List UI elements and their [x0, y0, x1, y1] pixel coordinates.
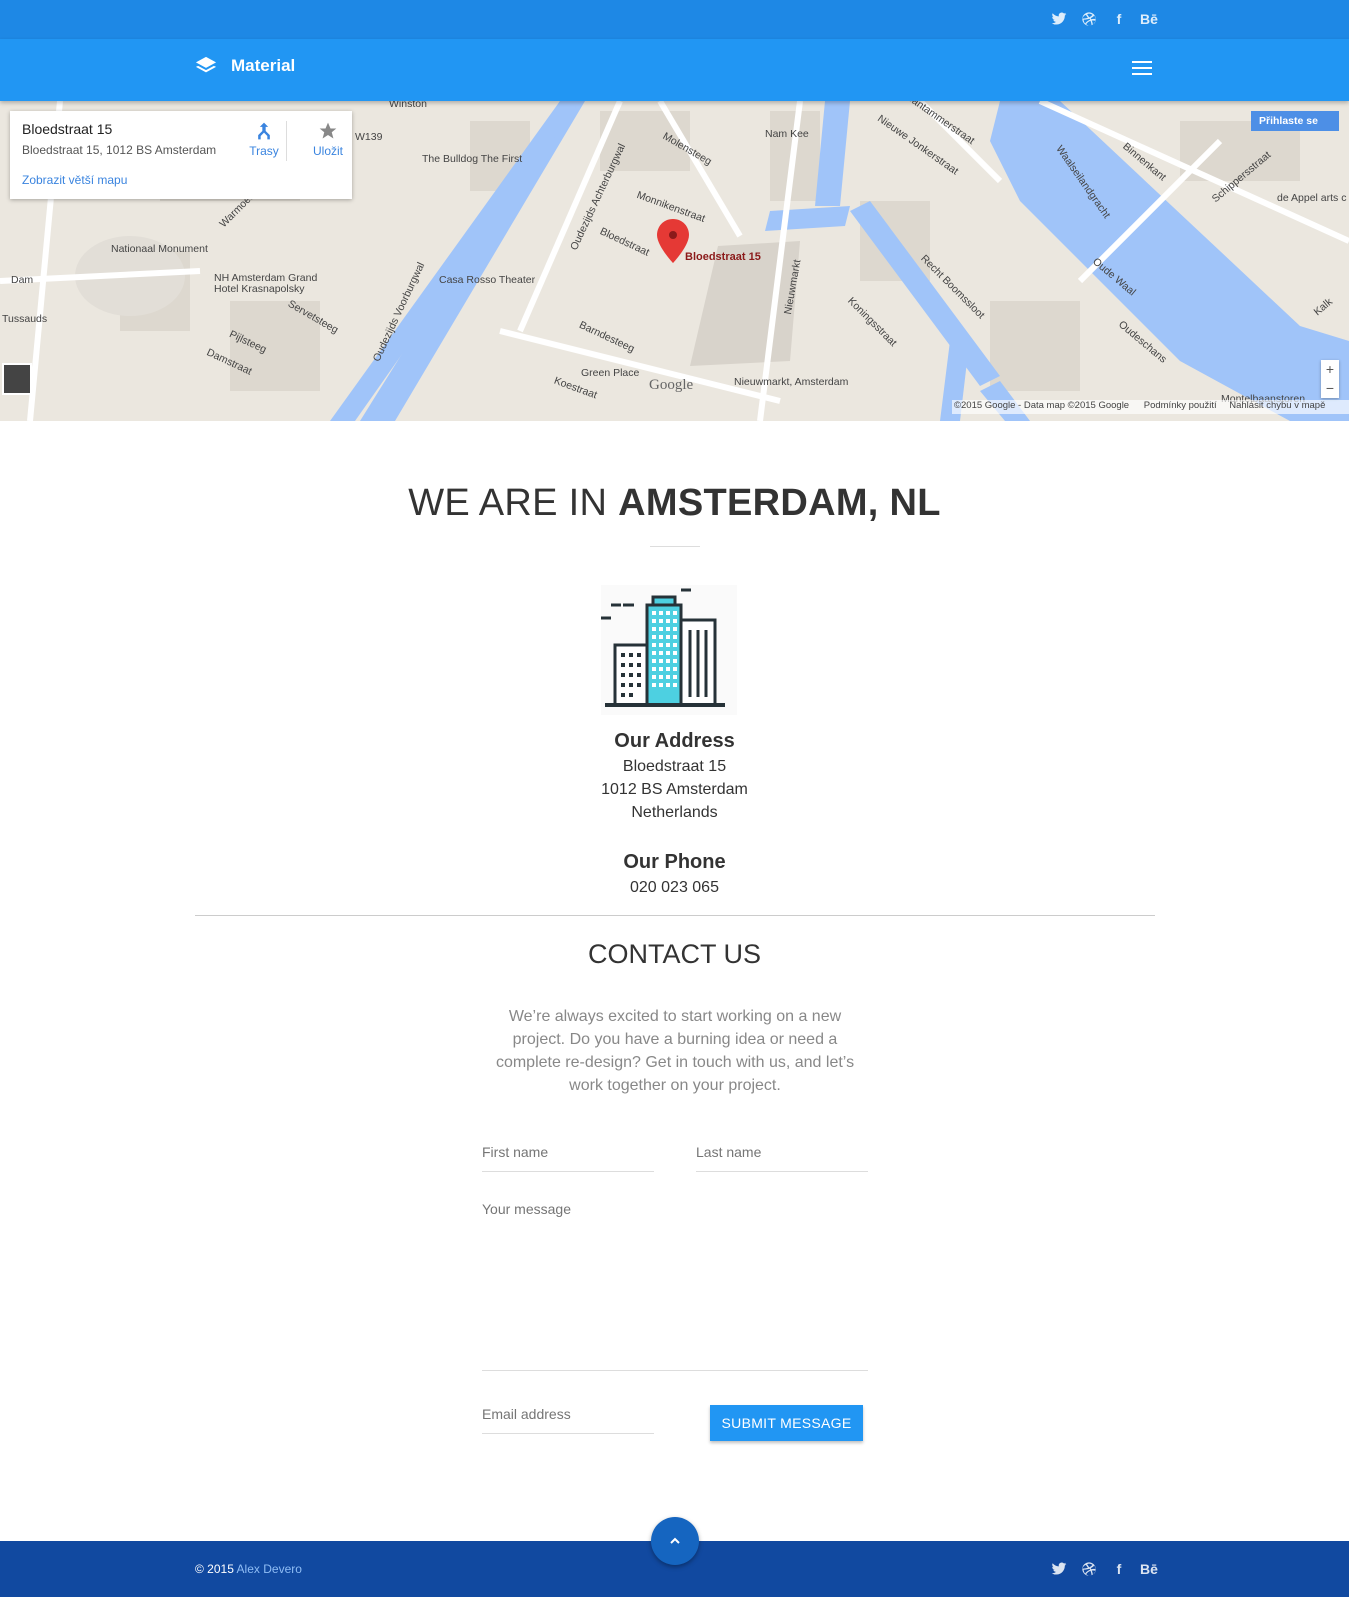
map-terms-link[interactable]: Podmínky použití — [1144, 400, 1217, 411]
back-to-top-button[interactable] — [651, 1517, 699, 1565]
place-address: Bloedstraat 15, 1012 BS Amsterdam — [22, 143, 217, 157]
save-place-button[interactable]: Uložit — [303, 121, 353, 158]
view-larger-map-link[interactable]: Zobrazit větší mapu — [22, 173, 127, 187]
message-input[interactable] — [482, 1201, 868, 1361]
footer-social-links: f Bē — [1051, 1561, 1158, 1577]
twitter-icon[interactable] — [1051, 11, 1067, 27]
heading-divider — [650, 546, 700, 547]
last-name-field[interactable] — [696, 1144, 868, 1172]
copyright: © 2015 Alex Devero — [195, 1562, 302, 1576]
map-label: Casa Rosso Theater — [439, 274, 536, 286]
heading-bold: AMSTERDAM, NL — [618, 482, 941, 524]
submit-message-button[interactable]: SUBMIT MESSAGE — [710, 1405, 863, 1441]
heading-light: WE ARE IN — [408, 482, 619, 524]
map-label: W139 — [355, 131, 383, 143]
email-input[interactable] — [482, 1406, 654, 1422]
top-bar: f Bē — [0, 0, 1349, 39]
author-link[interactable]: Alex Devero — [237, 1562, 302, 1576]
address-line-2: 1012 BS Amsterdam — [601, 781, 748, 798]
map-label: Winston — [389, 101, 427, 110]
dribbble-icon[interactable] — [1081, 11, 1097, 27]
map-report-link[interactable]: Nahlásit chybu v mapě — [1229, 400, 1325, 411]
google-map[interactable]: Winston W139 The Bulldog The First Molen… — [0, 101, 1349, 421]
card-divider — [286, 121, 287, 161]
map-label: Nieuwmarkt, Amsterdam — [734, 376, 849, 388]
map-label: Green Place — [581, 367, 640, 379]
first-name-field[interactable] — [482, 1144, 654, 1172]
contact-heading: CONTACT US — [587, 939, 761, 969]
map-copyright: ©2015 Google - Data map ©2015 Google — [954, 400, 1130, 411]
signin-label: Přihlaste se — [1259, 115, 1318, 127]
map-label: NH Amsterdam Grand Hotel Krasnapolsky — [214, 272, 318, 295]
zoom-in-button[interactable]: + — [1321, 360, 1339, 379]
navbar: Material — [0, 39, 1349, 101]
directions-button[interactable]: Trasy — [239, 121, 289, 158]
brand[interactable]: Material — [195, 55, 295, 77]
star-icon — [319, 122, 337, 139]
menu-icon[interactable] — [1132, 61, 1152, 77]
dribbble-icon[interactable] — [1081, 1561, 1097, 1577]
marker-label: Bloedstraat 15 — [685, 251, 761, 263]
message-field[interactable] — [482, 1201, 868, 1371]
phone-title: Our Phone — [623, 851, 726, 873]
twitter-icon[interactable] — [1051, 1561, 1067, 1577]
phone-number: 020 023 065 — [630, 879, 719, 896]
map-label: Tussauds — [2, 313, 48, 325]
top-social-links: f Bē — [1051, 11, 1158, 27]
location-heading: WE ARE IN AMSTERDAM, NL — [0, 482, 1349, 525]
email-field[interactable] — [482, 1406, 654, 1434]
behance-icon[interactable]: Bē — [1140, 1561, 1158, 1577]
zoom-out-button[interactable]: − — [1321, 379, 1339, 398]
map-label: Nationaal Monument — [111, 243, 208, 255]
place-title: Bloedstraat 15 — [22, 121, 113, 137]
zoom-controls: + − — [1321, 360, 1339, 398]
google-signin-button[interactable]: Přihlaste se — [1251, 111, 1339, 131]
facebook-icon[interactable]: f — [1111, 11, 1127, 27]
address-line-1: Bloedstraat 15 — [622, 758, 727, 775]
section-divider — [195, 915, 1155, 916]
brand-name: Material — [231, 56, 296, 75]
satellite-view-button[interactable] — [2, 363, 32, 395]
city-buildings-icon — [601, 585, 737, 715]
layers-icon — [195, 56, 217, 73]
save-label: Uložit — [312, 144, 343, 158]
contact-intro: We’re always excited to start working on… — [495, 1008, 855, 1094]
map-label: de Appel arts c — [1277, 192, 1347, 204]
map-label: Nam Kee — [765, 128, 809, 140]
address-line-3: Netherlands — [631, 804, 718, 821]
behance-icon[interactable]: Bē — [1140, 11, 1158, 27]
first-name-input[interactable] — [482, 1144, 654, 1160]
map-label: Dam — [11, 274, 34, 286]
directions-icon — [258, 122, 270, 140]
map-label: The Bulldog The First — [422, 153, 523, 165]
google-logo: Google — [649, 377, 694, 393]
copyright-text: © 2015 — [195, 1562, 237, 1576]
facebook-icon[interactable]: f — [1111, 1561, 1127, 1577]
place-info-card: Bloedstraat 15 Bloedstraat 15, 1012 BS A… — [10, 111, 352, 199]
address-title: Our Address — [614, 730, 735, 752]
chevron-up-icon — [670, 1537, 680, 1544]
last-name-input[interactable] — [696, 1144, 868, 1160]
map-attribution: ©2015 Google - Data map ©2015 Google Pod… — [952, 400, 1349, 414]
directions-label: Trasy — [249, 144, 279, 158]
